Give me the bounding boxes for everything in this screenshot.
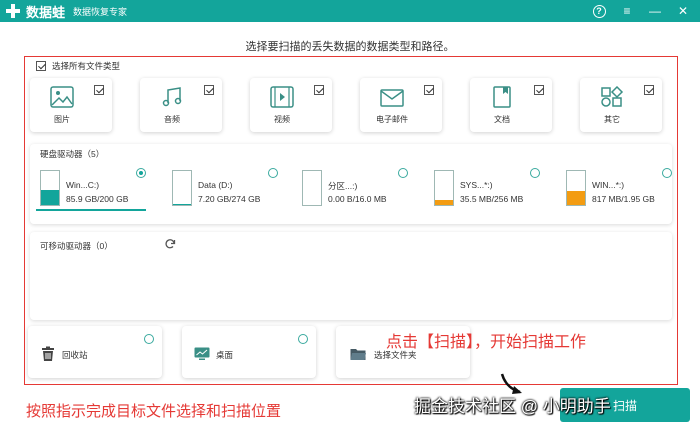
- scan-hint-annotation: 点击【扫描】，开始扫描工作: [386, 334, 587, 351]
- other-shapes-icon: [601, 86, 624, 107]
- image-icon: [50, 86, 74, 108]
- scan-button-label: 扫描: [612, 398, 637, 413]
- drive-name: 分区...:): [328, 181, 358, 191]
- hard-drive-icon: [566, 170, 586, 206]
- drive-item[interactable]: Win...C:) 85.9 GB/200 GB: [32, 166, 150, 210]
- drive-radio[interactable]: [662, 168, 672, 178]
- removable-drive-section-label: 可移动驱动器（0）: [40, 241, 113, 251]
- drive-size: 7.20 GB/274 GB: [198, 194, 261, 204]
- page-instruction: 选择要扫描的丢失数据的数据类型和路径。: [245, 41, 455, 53]
- drive-radio[interactable]: [530, 168, 540, 178]
- close-button[interactable]: ✕: [672, 0, 694, 22]
- drive-radio[interactable]: [136, 168, 146, 178]
- file-type-card-image[interactable]: 图片: [30, 78, 112, 132]
- location-card-recycle-bin[interactable]: 回收站: [28, 326, 162, 378]
- file-type-label: 图片: [54, 115, 70, 124]
- drive-name: WIN...*:): [592, 180, 625, 190]
- hamburger-menu-icon: ≡: [623, 4, 631, 18]
- file-type-card-email[interactable]: 电子邮件: [360, 78, 442, 132]
- removable-drive-panel: [30, 232, 672, 320]
- location-radio[interactable]: [298, 334, 308, 344]
- app-logo-icon: [4, 1, 24, 21]
- refresh-icon[interactable]: [164, 238, 176, 250]
- drive-name: SYS...*:): [460, 180, 493, 190]
- select-all-label: 选择所有文件类型: [52, 61, 121, 71]
- hard-drive-section-label: 硬盘驱动器（5）: [40, 149, 105, 159]
- file-type-checkbox[interactable]: [534, 85, 544, 95]
- drive-name: Win...C:): [66, 180, 100, 190]
- bottom-hint-annotation: 按照指示完成目标文件选择和扫描位置: [26, 403, 282, 420]
- drive-radio[interactable]: [398, 168, 408, 178]
- drive-item[interactable]: 分区...:) 0.00 B/16.0 MB: [294, 166, 412, 210]
- hard-drive-icon: [434, 170, 454, 206]
- file-type-checkbox[interactable]: [204, 85, 214, 95]
- drive-radio[interactable]: [268, 168, 278, 178]
- folder-icon: [350, 349, 366, 360]
- drive-item[interactable]: WIN...*:) 817 MB/1.95 GB: [558, 166, 676, 210]
- drive-usage-fill: [41, 190, 59, 205]
- drive-item[interactable]: Data (D:) 7.20 GB/274 GB: [164, 166, 282, 210]
- watermark-text: 掘金技术社区 @ 小明助手: [414, 397, 611, 416]
- email-icon: [380, 89, 404, 107]
- video-icon: [270, 86, 294, 108]
- menu-button[interactable]: ≡: [616, 0, 638, 22]
- title-bar: 数据蛙 数据恢复专家 ? ≡ — ✕: [0, 0, 700, 22]
- selected-drive-indicator: [36, 209, 146, 211]
- file-type-checkbox[interactable]: [644, 85, 654, 95]
- drive-size: 85.9 GB/200 GB: [66, 194, 129, 204]
- app-subtitle: 数据恢复专家: [73, 6, 128, 17]
- file-type-card-video[interactable]: 视频: [250, 78, 332, 132]
- select-all-file-types[interactable]: 选择所有文件类型: [36, 60, 120, 72]
- file-type-card-document[interactable]: 文档: [470, 78, 552, 132]
- minimize-icon: —: [649, 4, 661, 18]
- hard-drive-icon: [40, 170, 60, 206]
- close-icon: ✕: [677, 4, 689, 18]
- help-icon: ?: [592, 4, 606, 18]
- file-type-card-other[interactable]: 其它: [580, 78, 662, 132]
- drive-size: 35.5 MB/256 MB: [460, 194, 524, 204]
- document-icon: [493, 86, 511, 108]
- minimize-button[interactable]: —: [644, 0, 666, 22]
- drive-usage-fill: [435, 200, 453, 205]
- file-type-card-audio[interactable]: 音频: [140, 78, 222, 132]
- location-radio[interactable]: [144, 334, 154, 344]
- drive-name: Data (D:): [198, 180, 233, 190]
- music-icon: [162, 87, 182, 107]
- file-type-checkbox[interactable]: [314, 85, 324, 95]
- drive-usage-fill: [567, 190, 585, 205]
- file-type-label: 其它: [604, 115, 620, 124]
- select-all-checkbox[interactable]: [36, 61, 46, 71]
- recycle-bin-icon: [42, 346, 54, 361]
- help-button[interactable]: ?: [588, 0, 610, 22]
- hard-drive-icon: [172, 170, 192, 206]
- file-type-checkbox[interactable]: [424, 85, 434, 95]
- location-label: 桌面: [216, 350, 234, 360]
- file-type-label: 音频: [164, 115, 180, 124]
- drive-item[interactable]: SYS...*:) 35.5 MB/256 MB: [426, 166, 544, 210]
- drive-size: 817 MB/1.95 GB: [592, 194, 655, 204]
- hard-drive-icon: [302, 170, 322, 206]
- location-card-desktop[interactable]: 桌面: [182, 326, 316, 378]
- file-type-label: 电子邮件: [376, 115, 408, 124]
- drive-usage-fill: [173, 203, 191, 205]
- desktop-icon: [194, 347, 210, 360]
- drive-size: 0.00 B/16.0 MB: [328, 194, 387, 204]
- file-type-label: 文档: [494, 115, 510, 124]
- file-type-label: 视频: [274, 115, 290, 124]
- location-label: 回收站: [62, 350, 88, 360]
- file-type-checkbox[interactable]: [94, 85, 104, 95]
- app-name: 数据蛙: [26, 4, 66, 20]
